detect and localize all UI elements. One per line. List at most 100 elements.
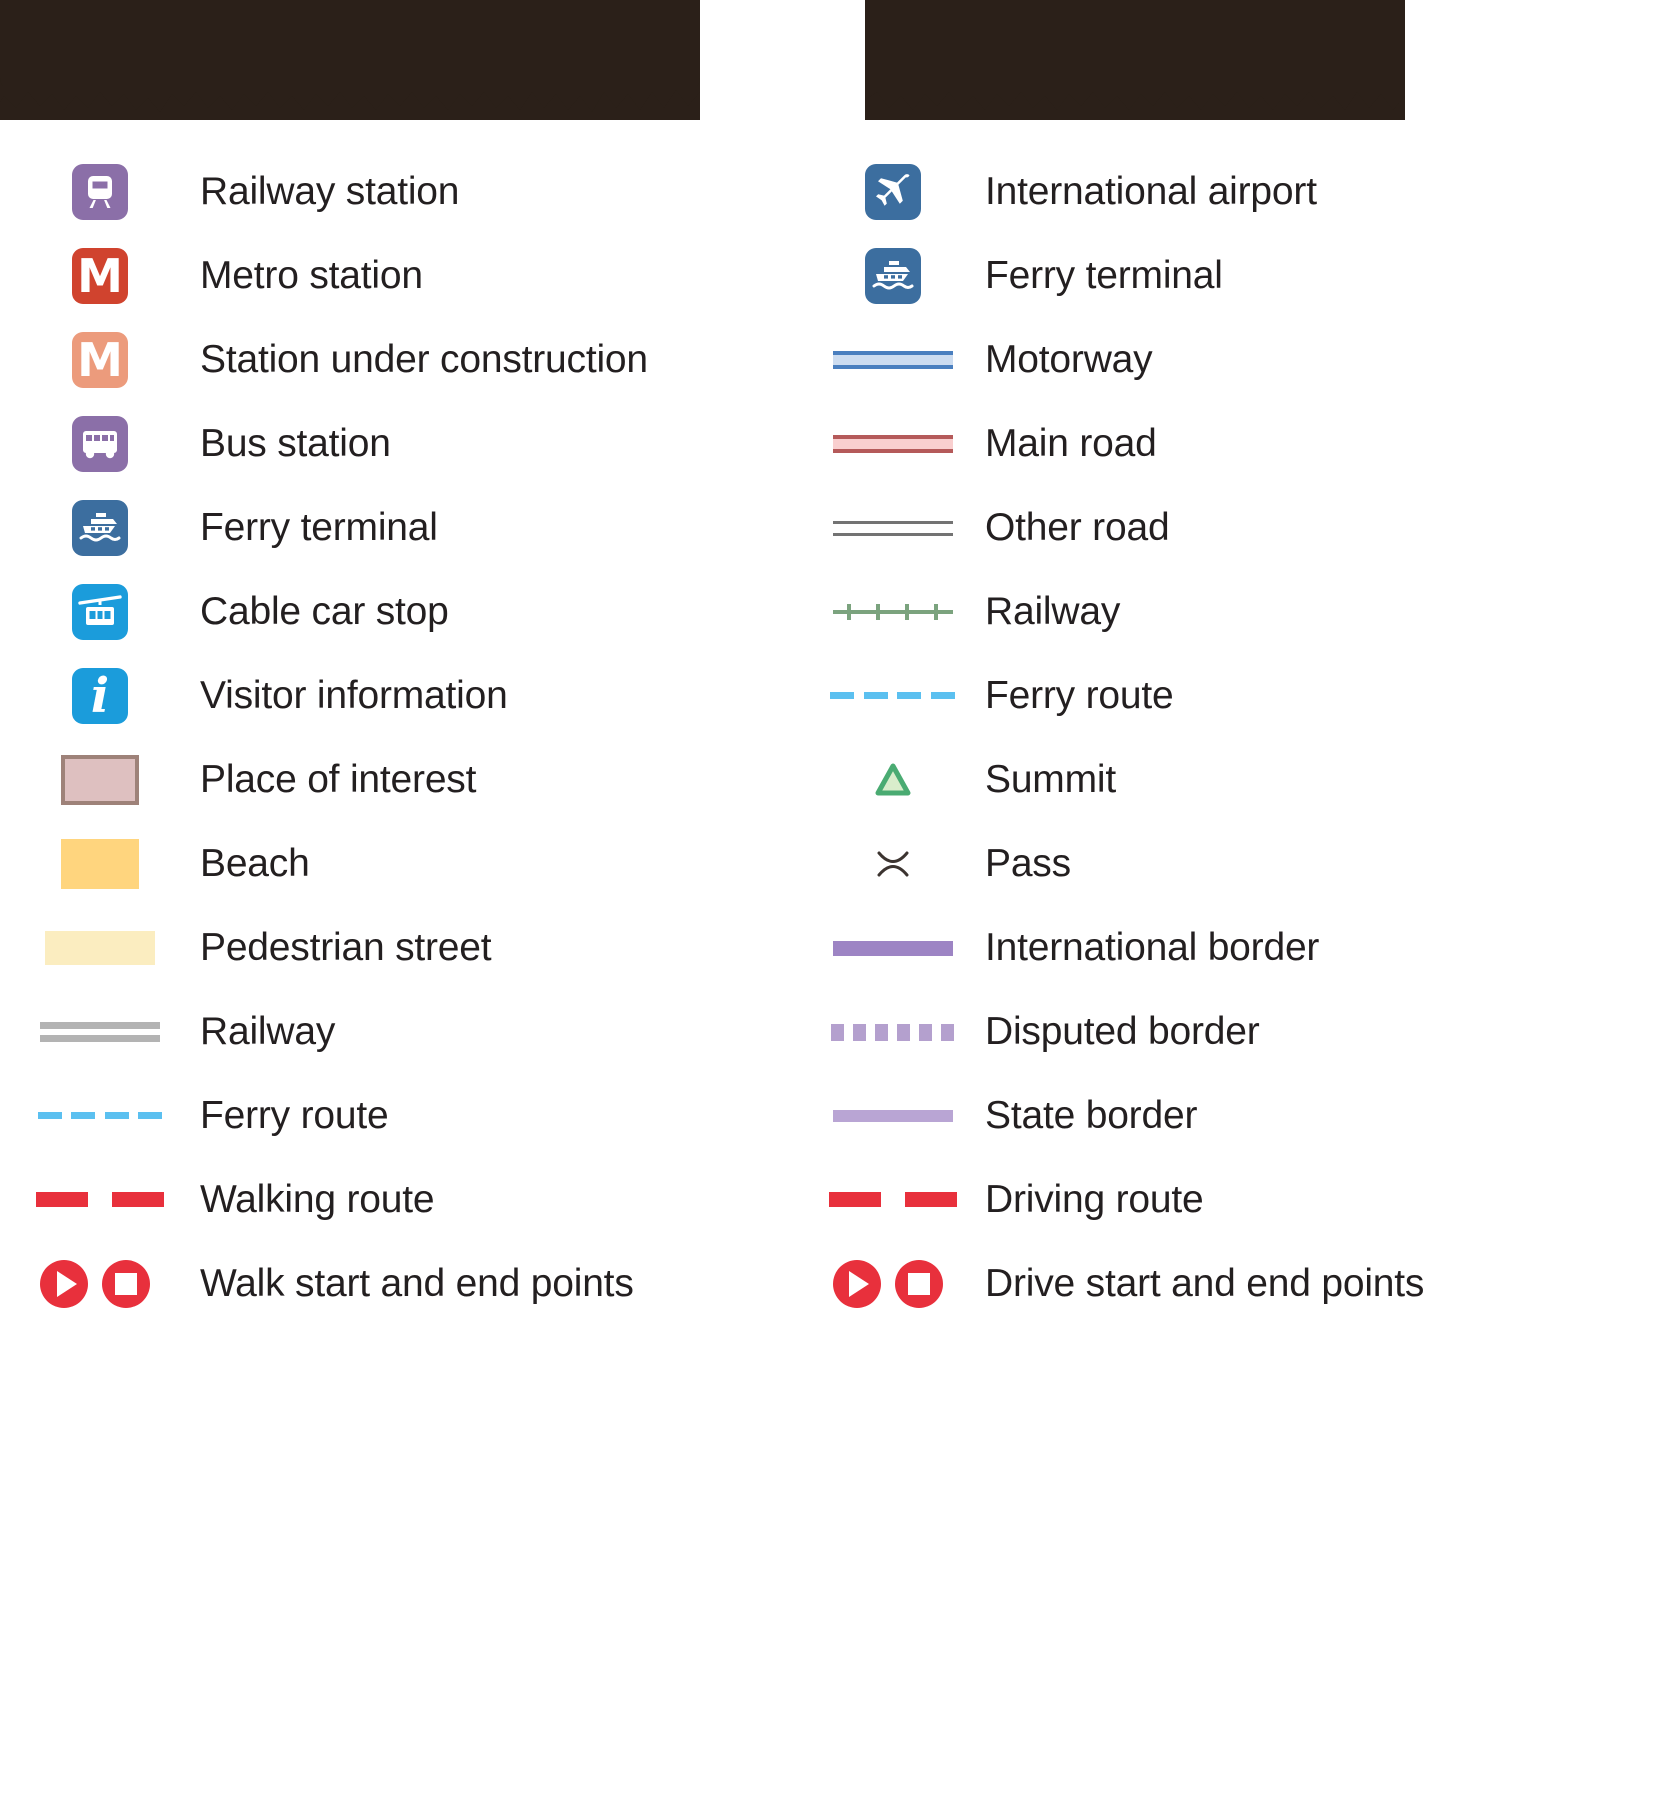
walk-start-end-points (40, 1260, 160, 1308)
band-body (865, 0, 1405, 92)
symbol-cell (800, 318, 985, 402)
symbol-cell (800, 234, 985, 318)
legend-item-driving-route[interactable]: Driving route (800, 1158, 1660, 1242)
legend-item-motorway[interactable]: Motorway (800, 318, 1660, 402)
legend-item-label: Walking route (200, 1178, 435, 1221)
legend-column-left: Railway station M Metro station M Statio… (0, 150, 820, 1326)
symbol-cell: M (0, 234, 200, 318)
symbol-cell (800, 990, 985, 1074)
symbol-cell (0, 1242, 200, 1326)
symbol-cell (800, 402, 985, 486)
legend-item-ferry-terminal[interactable]: Ferry terminal (0, 486, 820, 570)
legend-item-label: Walk start and end points (200, 1262, 634, 1305)
symbol-cell (0, 1074, 200, 1158)
legend-item-main-road[interactable]: Main road (800, 402, 1660, 486)
symbol-cell: M (0, 318, 200, 402)
legend-item-walk-start-end-points[interactable]: Walk start and end points (0, 1242, 820, 1326)
legend-item-label: Cable car stop (200, 590, 449, 633)
legend-column-right: International airport Ferry terminal Mot… (800, 150, 1660, 1326)
end-point-icon (894, 1260, 943, 1308)
symbol-cell (800, 486, 985, 570)
legend-item-international-airport[interactable]: International airport (800, 150, 1660, 234)
legend-item-label: Ferry terminal (200, 506, 438, 549)
railway-station-icon (72, 164, 128, 220)
legend-item-railway-station[interactable]: Railway station (0, 150, 820, 234)
railway-tick-line-symbol (832, 604, 953, 620)
legend-item-visitor-information[interactable]: i Visitor information (0, 654, 820, 738)
legend-item-walking-route[interactable]: Walking route (0, 1158, 820, 1242)
disputed-border-line-symbol (830, 1023, 955, 1041)
symbol-cell (800, 1242, 985, 1326)
legend-item-metro-station[interactable]: M Metro station (0, 234, 820, 318)
legend-item-label: Ferry route (200, 1094, 389, 1137)
legend-item-other-road[interactable]: Other road (800, 486, 1660, 570)
legend-item-label: Driving route (985, 1178, 1204, 1221)
legend-item-ferry-terminal[interactable]: Ferry terminal (800, 234, 1660, 318)
place-of-interest-swatch (61, 755, 139, 805)
legend-item-bus-station[interactable]: Bus station (0, 402, 820, 486)
legend-item-summit[interactable]: Summit (800, 738, 1660, 822)
railway-line-symbol (40, 1022, 160, 1042)
other-road-line-symbol (832, 520, 953, 536)
legend-item-drive-start-end-points[interactable]: Drive start and end points (800, 1242, 1660, 1326)
walking-route-line-symbol (36, 1192, 164, 1208)
ferry-terminal-icon (72, 500, 128, 556)
legend-item-label: Visitor information (200, 674, 508, 717)
symbol-cell (800, 570, 985, 654)
legend-item-place-of-interest[interactable]: Place of interest (0, 738, 820, 822)
symbol-cell (800, 654, 985, 738)
metro-station-icon: M (72, 248, 128, 304)
legend-item-label: International border (985, 926, 1320, 969)
bus-station-icon (72, 416, 128, 472)
symbol-cell (0, 486, 200, 570)
international-border-line-symbol (832, 940, 953, 956)
legend-item-cable-car-stop[interactable]: Cable car stop (0, 570, 820, 654)
legend-item-label: Metro station (200, 254, 423, 297)
torn-header-band-right (865, 0, 1405, 120)
end-point-icon (102, 1260, 150, 1308)
band-body (0, 0, 700, 92)
legend-item-label: Pedestrian street (200, 926, 492, 969)
driving-route-line-symbol (828, 1192, 957, 1208)
airport-icon (864, 164, 921, 220)
legend-item-ferry-route[interactable]: Ferry route (0, 1074, 820, 1158)
legend-item-international-border[interactable]: International border (800, 906, 1660, 990)
ferry-terminal-icon (864, 248, 921, 304)
legend-item-beach[interactable]: Beach (0, 822, 820, 906)
legend-item-disputed-border[interactable]: Disputed border (800, 990, 1660, 1074)
beach-swatch (61, 839, 139, 889)
metro-construction-icon: M (72, 332, 128, 388)
symbol-cell (0, 1158, 200, 1242)
legend-item-label: Place of interest (200, 758, 477, 801)
legend-item-pass[interactable]: Pass (800, 822, 1660, 906)
legend-item-label: Ferry route (985, 674, 1174, 717)
legend-item-label: International airport (985, 170, 1317, 213)
symbol-cell (800, 1074, 985, 1158)
symbol-cell (800, 150, 985, 234)
legend-item-label: Pass (985, 842, 1071, 885)
legend-item-railway-line[interactable]: Railway (0, 990, 820, 1074)
symbol-cell (800, 1158, 985, 1242)
motorway-line-symbol (832, 351, 953, 369)
start-point-icon (832, 1260, 881, 1308)
symbol-cell (0, 738, 200, 822)
legend-item-pedestrian-street[interactable]: Pedestrian street (0, 906, 820, 990)
legend-item-label: Motorway (985, 338, 1153, 381)
cable-car-icon (72, 584, 128, 640)
legend-item-label: Summit (985, 758, 1116, 801)
drive-start-end-points (832, 1260, 953, 1308)
legend-item-station-under-construction[interactable]: M Station under construction (0, 318, 820, 402)
band-torn-edge (0, 86, 700, 120)
legend-item-railway-tick-line[interactable]: Railway (800, 570, 1660, 654)
legend-item-state-border[interactable]: State border (800, 1074, 1660, 1158)
legend-item-ferry-route[interactable]: Ferry route (800, 654, 1660, 738)
legend-item-label: Ferry terminal (985, 254, 1223, 297)
symbol-cell (0, 990, 200, 1074)
state-border-line-symbol (832, 1110, 953, 1122)
symbol-cell (800, 738, 985, 822)
symbol-cell (0, 570, 200, 654)
legend-item-label: Main road (985, 422, 1157, 465)
legend-item-label: Railway station (200, 170, 460, 213)
band-torn-edge (865, 86, 1405, 120)
symbol-cell (0, 402, 200, 486)
